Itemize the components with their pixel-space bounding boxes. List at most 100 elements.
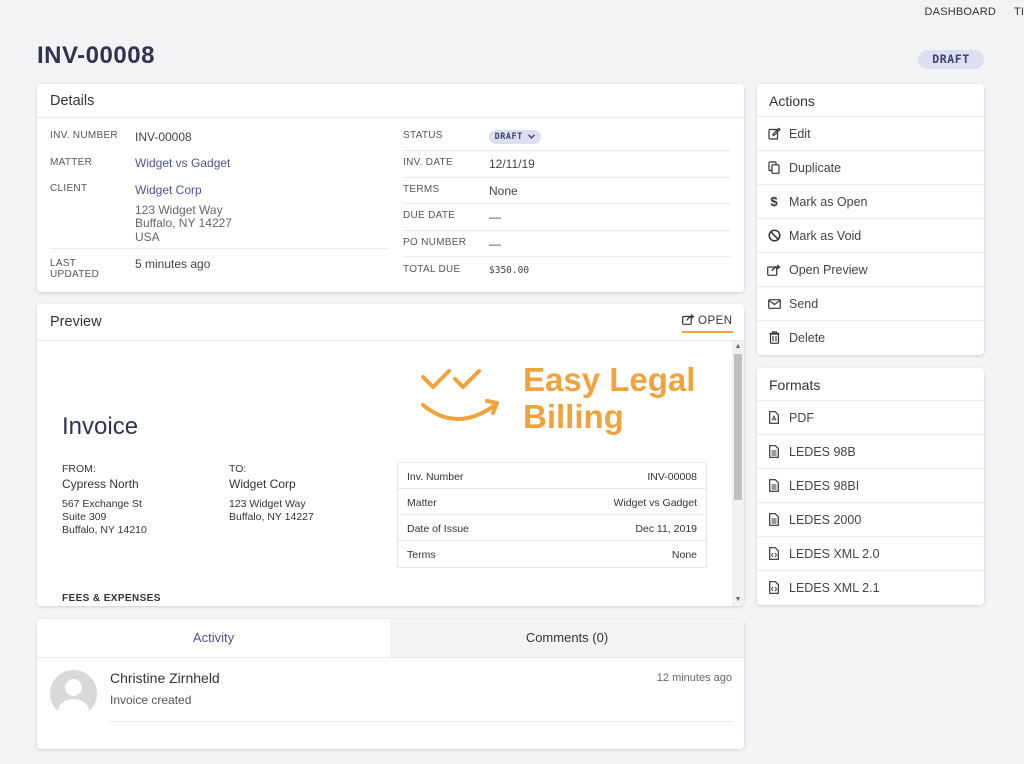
chevron-down-icon bbox=[528, 132, 536, 142]
from-address-line1: 567 Exchange St bbox=[62, 498, 142, 510]
divider bbox=[403, 177, 731, 178]
mark-as-open-button[interactable]: $ Mark as Open bbox=[757, 184, 984, 218]
actions-card: Actions Edit Duplicate $ Mark as Open Ma… bbox=[757, 84, 984, 355]
avatar bbox=[50, 670, 97, 717]
top-nav: DASHBOARD TI bbox=[907, 6, 1024, 18]
table-cell-value: Widget vs Gadget bbox=[613, 497, 697, 509]
invoice-document-preview[interactable]: Easy Legal Billing Invoice FROM: Cypress… bbox=[37, 341, 732, 606]
user-body-shape bbox=[58, 699, 89, 717]
edit-icon bbox=[767, 127, 781, 141]
trash-icon bbox=[767, 331, 781, 345]
terms-label: TERMS bbox=[403, 184, 440, 195]
to-address-line2: Buffalo, NY 14227 bbox=[229, 511, 314, 523]
divider bbox=[50, 248, 388, 249]
user-head-shape bbox=[65, 679, 82, 696]
to-label: TO: bbox=[229, 463, 247, 475]
format-pdf-label: PDF bbox=[789, 410, 814, 425]
actions-list: Edit Duplicate $ Mark as Open Mark as Vo… bbox=[757, 116, 984, 354]
activity-card: Activity Comments (0) Christine Zirnheld… bbox=[37, 619, 744, 749]
client-link[interactable]: Widget Corp bbox=[135, 183, 202, 197]
envelope-icon bbox=[767, 297, 781, 311]
preview-card: Preview OPEN Easy Legal Billing Invoice … bbox=[37, 304, 744, 606]
open-preview-button[interactable]: Open Preview bbox=[757, 252, 984, 286]
table-row: Terms None bbox=[398, 541, 706, 567]
last-updated-label-2: UPDATED bbox=[50, 269, 100, 280]
edit-button[interactable]: Edit bbox=[757, 116, 984, 150]
table-cell-key: Terms bbox=[407, 549, 436, 561]
format-ledes-98b-link[interactable]: LEDES 98B bbox=[757, 434, 984, 468]
format-ledes-xml-21-label: LEDES XML 2.1 bbox=[789, 580, 880, 595]
inv-date-label: INV. DATE bbox=[403, 157, 453, 168]
divider bbox=[403, 256, 731, 257]
external-link-icon bbox=[682, 314, 695, 328]
format-ledes-xml-21-link[interactable]: LEDES XML 2.1 bbox=[757, 570, 984, 604]
last-updated-label-1: LAST bbox=[50, 258, 77, 269]
table-row: Date of Issue Dec 11, 2019 bbox=[398, 515, 706, 541]
matter-link[interactable]: Widget vs Gadget bbox=[135, 156, 230, 170]
nav-clipped-link[interactable]: TI bbox=[1014, 6, 1024, 18]
po-number-label: PO NUMBER bbox=[403, 237, 467, 248]
dollar-icon: $ bbox=[770, 194, 778, 209]
brand-logo-text: Easy Legal Billing bbox=[523, 361, 695, 435]
nav-dashboard-link[interactable]: DASHBOARD bbox=[925, 6, 996, 18]
table-cell-value: Dec 11, 2019 bbox=[635, 523, 697, 535]
to-name: Widget Corp bbox=[229, 477, 296, 491]
due-date-label: DUE DATE bbox=[403, 210, 456, 221]
client-address-line2: Buffalo, NY 14227 bbox=[135, 216, 232, 230]
delete-button[interactable]: Delete bbox=[757, 320, 984, 354]
format-ledes-xml-20-link[interactable]: LEDES XML 2.0 bbox=[757, 536, 984, 570]
file-text-icon bbox=[767, 479, 781, 493]
mark-as-void-button[interactable]: Mark as Void bbox=[757, 218, 984, 252]
to-address-line1: 123 Widget Way bbox=[229, 498, 306, 510]
format-ledes-98bi-link[interactable]: LEDES 98BI bbox=[757, 468, 984, 502]
divider bbox=[403, 203, 731, 204]
format-ledes-98b-label: LEDES 98B bbox=[789, 444, 856, 459]
table-cell-value: None bbox=[671, 549, 697, 561]
copy-icon bbox=[767, 161, 781, 175]
preview-scrollbar[interactable]: ▲ ▼ bbox=[732, 341, 744, 606]
format-pdf-link[interactable]: PDF bbox=[757, 400, 984, 434]
table-cell-key: Date of Issue bbox=[407, 523, 469, 535]
inv-date-value: 12/11/19 bbox=[489, 157, 535, 171]
status-badge: DRAFT bbox=[918, 50, 984, 69]
pdf-file-icon bbox=[767, 411, 781, 425]
tab-comments[interactable]: Comments (0) bbox=[390, 619, 744, 657]
duplicate-label: Duplicate bbox=[789, 160, 842, 175]
status-dropdown-value: DRAFT bbox=[494, 132, 523, 142]
brand-logo bbox=[419, 361, 509, 441]
client-address-line3: USA bbox=[135, 230, 160, 244]
table-cell-key: Matter bbox=[407, 497, 437, 509]
preview-title: Preview bbox=[50, 314, 102, 330]
delete-label: Delete bbox=[789, 330, 826, 345]
smile-check-icon bbox=[421, 369, 499, 421]
duplicate-button[interactable]: Duplicate bbox=[757, 150, 984, 184]
formats-card: Formats PDF LEDES 98B LEDES 98BI LEDES 2… bbox=[757, 368, 984, 605]
open-preview-label: Open Preview bbox=[789, 262, 868, 277]
due-date-value: — bbox=[489, 210, 501, 224]
scrollbar-thumb[interactable] bbox=[734, 354, 742, 500]
mark-as-void-label: Mark as Void bbox=[789, 228, 862, 243]
divider bbox=[110, 721, 732, 722]
open-preview-link[interactable]: OPEN bbox=[682, 314, 733, 333]
table-row: Inv. Number INV-00008 bbox=[398, 463, 706, 489]
formats-list: PDF LEDES 98B LEDES 98BI LEDES 2000 LEDE… bbox=[757, 400, 984, 604]
scroll-down-icon[interactable]: ▼ bbox=[734, 596, 742, 604]
last-updated-value: 5 minutes ago bbox=[135, 257, 211, 271]
brand-line-1: Easy Legal bbox=[523, 361, 696, 398]
format-ledes-2000-link[interactable]: LEDES 2000 bbox=[757, 502, 984, 536]
format-ledes-xml-20-label: LEDES XML 2.0 bbox=[789, 546, 880, 561]
send-label: Send bbox=[789, 296, 819, 311]
tab-activity[interactable]: Activity bbox=[37, 619, 390, 657]
status-dropdown[interactable]: DRAFT bbox=[489, 130, 541, 144]
from-address-line2: Suite 309 bbox=[62, 511, 107, 523]
po-number-value: — bbox=[489, 237, 501, 251]
total-due-label: TOTAL DUE bbox=[403, 264, 461, 275]
send-button[interactable]: Send bbox=[757, 286, 984, 320]
divider bbox=[37, 657, 744, 658]
inv-number-value: INV-00008 bbox=[135, 130, 192, 144]
details-title: Details bbox=[50, 93, 95, 109]
actions-title: Actions bbox=[769, 93, 815, 109]
scroll-up-icon[interactable]: ▲ bbox=[734, 343, 742, 351]
fees-expenses-heading: FEES & EXPENSES bbox=[62, 593, 161, 604]
ban-icon bbox=[767, 229, 781, 243]
